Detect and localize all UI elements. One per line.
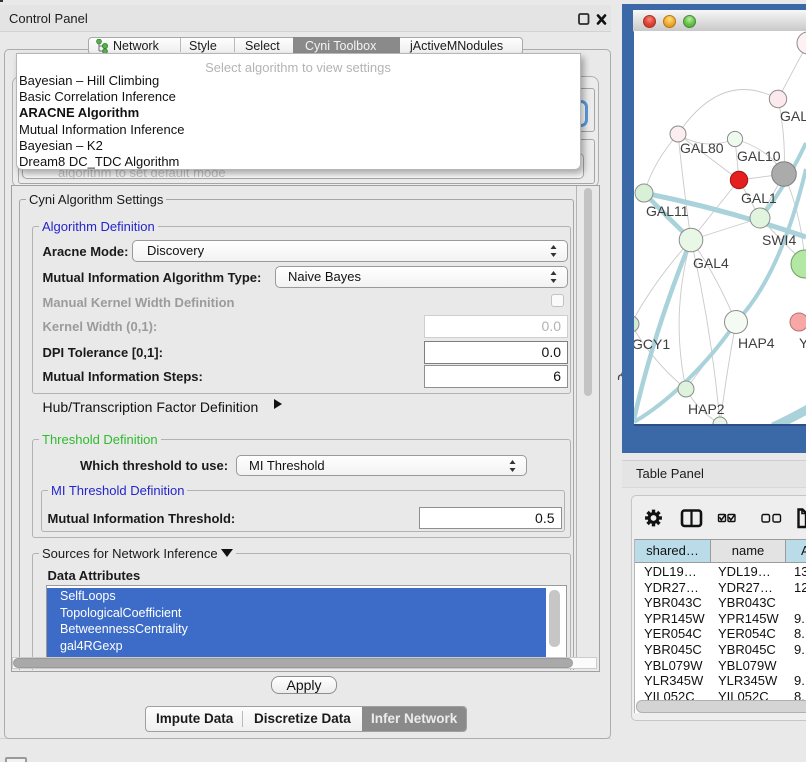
svg-text:SWI4: SWI4 bbox=[762, 232, 796, 248]
svg-text:GAL1: GAL1 bbox=[741, 190, 777, 206]
svg-text:GAL80: GAL80 bbox=[680, 140, 724, 156]
svg-text:HAP4: HAP4 bbox=[738, 335, 775, 351]
svg-text:GAL4: GAL4 bbox=[693, 255, 729, 271]
svg-text:YEL: YEL bbox=[799, 335, 806, 351]
svg-text:HAP2: HAP2 bbox=[688, 401, 725, 417]
svg-text:GAL2: GAL2 bbox=[780, 108, 806, 124]
svg-text:GCY1: GCY1 bbox=[634, 336, 670, 352]
svg-text:GAL10: GAL10 bbox=[737, 148, 781, 164]
svg-text:GAL11: GAL11 bbox=[646, 203, 689, 219]
